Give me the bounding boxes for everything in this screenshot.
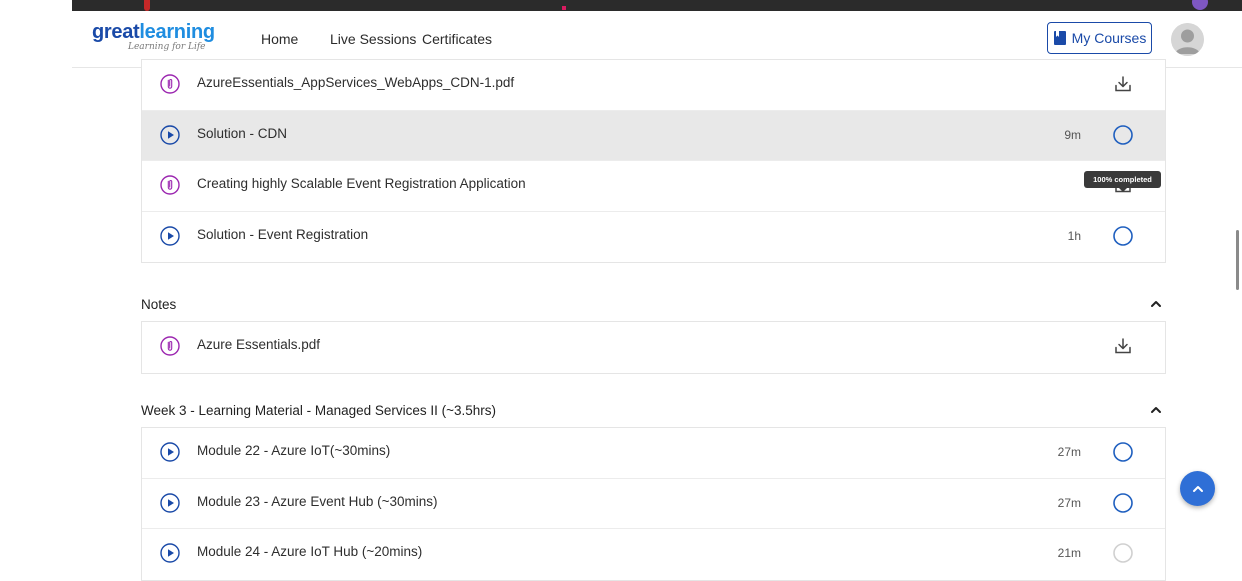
nav-link-home[interactable]: Home <box>261 31 298 47</box>
paperclip-icon <box>160 74 180 94</box>
module-items-panel: AzureEssentials_AppServices_WebApps_CDN-… <box>141 59 1166 263</box>
status-circle-icon[interactable] <box>1112 441 1134 463</box>
list-item[interactable]: Solution - CDN 9m <box>142 110 1165 161</box>
list-item[interactable]: Module 22 - Azure IoT(~30mins) 27m <box>142 428 1165 479</box>
red-marker <box>144 0 150 11</box>
section-title: Week 3 - Learning Material - Managed Ser… <box>141 403 497 418</box>
chevron-up-icon[interactable] <box>1150 298 1162 310</box>
logo-text-great: great <box>92 21 140 43</box>
chevron-up-icon <box>1192 485 1203 492</box>
list-item[interactable]: Solution - Event Registration 1h <box>142 212 1165 263</box>
list-item[interactable]: Azure Essentials.pdf <box>142 322 1165 373</box>
completion-tooltip: 100% completed <box>1084 171 1161 192</box>
chevron-up-icon[interactable] <box>1150 404 1162 416</box>
status-circle-icon[interactable] <box>1112 124 1134 146</box>
page-frame: greatlearning Learning for Life Home Liv… <box>72 11 1242 581</box>
status-circle-icon[interactable] <box>1112 542 1134 564</box>
play-icon <box>160 442 180 462</box>
scroll-to-top-button[interactable] <box>1180 471 1215 506</box>
item-title: Solution - CDN <box>197 125 288 141</box>
notes-panel: Azure Essentials.pdf <box>141 321 1166 374</box>
progress-dot <box>562 6 566 10</box>
item-title: AzureEssentials_AppServices_WebApps_CDN-… <box>197 75 515 90</box>
item-duration: 21m <box>1057 546 1081 560</box>
item-title: Module 23 - Azure Event Hub (~30mins) <box>197 493 438 509</box>
item-title: Azure Essentials.pdf <box>197 337 321 352</box>
nav-link-live-sessions[interactable]: Live Sessions <box>330 31 416 47</box>
download-icon[interactable] <box>1112 335 1134 357</box>
list-item[interactable]: Module 23 - Azure Event Hub (~30mins) 27… <box>142 479 1165 529</box>
play-icon <box>160 225 180 246</box>
list-item[interactable]: AzureEssentials_AppServices_WebApps_CDN-… <box>142 60 1165 111</box>
my-courses-label: My Courses <box>1071 30 1147 46</box>
item-title: Creating highly Scalable Event Registrat… <box>197 176 526 191</box>
greatlearning-logo[interactable]: greatlearning Learning for Life <box>92 22 232 52</box>
section-header-notes[interactable]: Notes <box>141 295 1166 315</box>
section-title: Notes <box>141 297 177 312</box>
item-duration: 9m <box>1064 127 1081 142</box>
nav-link-certificates[interactable]: Certificates <box>422 31 492 47</box>
item-title: Solution - Event Registration <box>197 226 369 242</box>
logo-tagline: Learning for Life <box>128 42 206 52</box>
my-courses-button[interactable]: My Courses <box>1047 22 1152 54</box>
list-item[interactable]: Creating highly Scalable Event Registrat… <box>142 161 1165 212</box>
logo-text-learning: learning <box>139 21 215 43</box>
status-circle-icon[interactable] <box>1112 225 1134 247</box>
download-icon[interactable] <box>1112 73 1134 95</box>
user-avatar[interactable] <box>1171 23 1204 56</box>
book-icon <box>1053 31 1066 45</box>
item-title: Module 24 - Azure IoT Hub (~20mins) <box>197 544 423 559</box>
paperclip-icon <box>160 175 180 195</box>
item-duration: 27m <box>1057 445 1081 459</box>
play-icon <box>160 492 180 513</box>
play-icon <box>160 543 180 563</box>
section-header-week-3[interactable]: Week 3 - Learning Material - Managed Ser… <box>141 401 1166 421</box>
user-icon <box>1171 23 1204 56</box>
page-scrollbar[interactable] <box>1236 230 1239 290</box>
status-circle-icon[interactable] <box>1112 492 1134 514</box>
browser-video-strip <box>72 0 1242 11</box>
item-title: Module 22 - Azure IoT(~30mins) <box>197 443 391 458</box>
item-duration: 27m <box>1057 495 1081 510</box>
profile-dot <box>1192 0 1208 10</box>
play-icon <box>160 124 180 145</box>
list-item[interactable]: Module 24 - Azure IoT Hub (~20mins) 21m <box>142 529 1165 580</box>
item-duration: 1h <box>1067 228 1081 243</box>
week-3-panel: Module 22 - Azure IoT(~30mins) 27m Modul… <box>141 427 1166 581</box>
paperclip-icon <box>160 336 180 356</box>
